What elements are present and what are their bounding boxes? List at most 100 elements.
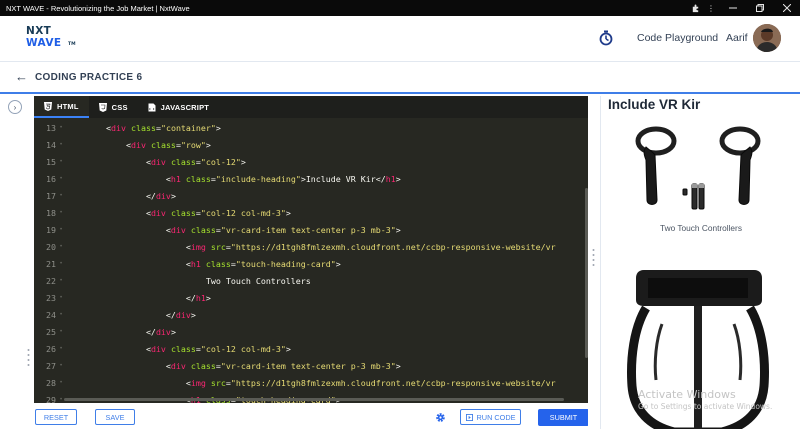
line-number: 17 bbox=[46, 190, 56, 201]
reset-button[interactable]: RESET bbox=[35, 409, 77, 425]
more-options-icon[interactable]: ⋮ bbox=[703, 0, 719, 16]
preview-heading: Include VR Kir bbox=[608, 97, 701, 112]
save-button[interactable]: SAVE bbox=[95, 409, 135, 425]
activate-windows-watermark: Activate Windows Go to Settings to activ… bbox=[638, 388, 772, 411]
nxtwave-logo[interactable]: NXT WAVE TM bbox=[26, 25, 76, 51]
line-number: 26 bbox=[46, 343, 56, 354]
code-text: <img src="https://d1tgh8fmlzexmh.cloudfr… bbox=[185, 241, 556, 252]
user-name: Aarif bbox=[726, 32, 748, 44]
code-text: <h1 class="touch-heading-card"> bbox=[185, 258, 341, 269]
fold-marker: • bbox=[59, 345, 63, 352]
back-arrow-icon[interactable]: ← bbox=[15, 69, 28, 84]
code-playground-link[interactable]: Code Playground bbox=[637, 32, 718, 44]
left-gutter: › bbox=[0, 96, 33, 429]
code-text: Two Touch Controllers bbox=[205, 275, 311, 286]
line-number: 28 bbox=[46, 377, 56, 388]
resize-grip-icon[interactable] bbox=[27, 348, 30, 370]
restore-button[interactable] bbox=[746, 0, 773, 16]
code-text: <img src="https://d1tgh8fmlzexmh.cloudfr… bbox=[185, 377, 556, 388]
fold-marker: • bbox=[59, 328, 63, 335]
output-preview: Include VR Kir Two Touch Controllers bbox=[600, 96, 800, 429]
line-number: 20 bbox=[46, 241, 56, 252]
code-line[interactable]: 29• <h1 class="touch-heading-card"> bbox=[34, 391, 588, 404]
window-title-bar: NXT WAVE - Revolutionizing the Job Marke… bbox=[0, 0, 800, 16]
code-line[interactable]: 23 • </h1> bbox=[34, 289, 588, 306]
editor-footer: RESET SAVE RUN CODE SUBMIT bbox=[33, 403, 589, 429]
fold-marker: • bbox=[59, 277, 63, 284]
fold-marker: • bbox=[59, 260, 63, 267]
code-line[interactable]: 19 • <div class="vr-card-item text-center… bbox=[34, 221, 588, 238]
tab-css[interactable]: CSS bbox=[89, 96, 138, 118]
code-line[interactable]: 17 • </div> bbox=[34, 187, 588, 204]
code-line[interactable]: 14 • <div class="row"> bbox=[34, 136, 588, 153]
line-number: 29 bbox=[46, 394, 56, 404]
line-number: 22 bbox=[46, 275, 56, 286]
code-line[interactable]: 24 • </div> bbox=[34, 306, 588, 323]
code-text: <div class="vr-card-item text-center p-3… bbox=[165, 360, 401, 371]
code-line[interactable]: 28 • <img src="https://d1tgh8fmlzexmh.clo… bbox=[34, 374, 588, 391]
code-text: <h1 class="include-heading">Include VR K… bbox=[165, 173, 401, 184]
fold-marker: • bbox=[59, 124, 63, 131]
fold-marker: • bbox=[59, 141, 63, 148]
run-code-button[interactable]: RUN CODE bbox=[460, 409, 521, 425]
horizontal-scrollbar[interactable] bbox=[64, 398, 564, 401]
page-title: CODING PRACTICE 6 bbox=[35, 72, 143, 83]
line-number: 16 bbox=[46, 173, 56, 184]
minimize-button[interactable] bbox=[719, 0, 746, 16]
touch-controllers-image bbox=[635, 126, 761, 210]
close-window-button[interactable] bbox=[773, 0, 800, 16]
play-icon bbox=[465, 413, 473, 421]
tab-html[interactable]: HTML bbox=[34, 96, 89, 118]
code-text: </h1> bbox=[185, 292, 211, 303]
code-text: <div class="col-12 col-md-3"> bbox=[145, 207, 291, 218]
line-number: 24 bbox=[46, 309, 56, 320]
code-text: </div> bbox=[165, 309, 196, 320]
code-line[interactable]: 15 • <div class="col-12"> bbox=[34, 153, 588, 170]
code-line[interactable]: 21 • <h1 class="touch-heading-card"> bbox=[34, 255, 588, 272]
code-line[interactable]: 22 • Two Touch Controllers bbox=[34, 272, 588, 289]
code-line[interactable]: 16 • <h1 class="include-heading">Include … bbox=[34, 170, 588, 187]
code-line[interactable]: 18 • <div class="col-12 col-md-3"> bbox=[34, 204, 588, 221]
tab-html-label: HTML bbox=[57, 101, 79, 111]
code-text: <div class="col-12 col-md-3"> bbox=[145, 343, 291, 354]
gear-icon[interactable] bbox=[435, 412, 446, 423]
expand-panel-button[interactable]: › bbox=[8, 100, 22, 114]
code-text: </div> bbox=[145, 326, 176, 337]
app-header: NXT WAVE TM Code Playground Aarif bbox=[0, 16, 800, 62]
fold-marker: • bbox=[59, 294, 63, 301]
fold-marker: • bbox=[59, 209, 63, 216]
submit-button[interactable]: SUBMIT bbox=[538, 409, 589, 426]
watermark-title: Activate Windows bbox=[638, 388, 736, 401]
code-line[interactable]: 20 • <img src="https://d1tgh8fmlzexmh.clo… bbox=[34, 238, 588, 255]
tab-javascript[interactable]: JAVASCRIPT bbox=[138, 96, 219, 118]
code-area[interactable]: 13 • <div class="container"> 14 • <div clas… bbox=[34, 118, 588, 404]
editor-tabs: HTML CSS JAVASCRIPT bbox=[34, 96, 588, 118]
timer-icon[interactable] bbox=[599, 30, 613, 46]
avatar[interactable] bbox=[753, 24, 781, 52]
code-text: <div class="col-12"> bbox=[145, 156, 246, 167]
resize-grip-icon[interactable] bbox=[592, 248, 595, 270]
css3-icon bbox=[98, 102, 107, 112]
watermark-subtitle: Go to Settings to activate Windows. bbox=[638, 402, 773, 411]
panel-splitter[interactable] bbox=[588, 96, 600, 429]
line-number: 27 bbox=[46, 360, 56, 371]
run-code-label: RUN CODE bbox=[476, 412, 516, 422]
code-line[interactable]: 27 • <div class="vr-card-item text-center… bbox=[34, 357, 588, 374]
line-number: 25 bbox=[46, 326, 56, 337]
code-line[interactable]: 26 • <div class="col-12 col-md-3"> bbox=[34, 340, 588, 357]
chevron-right-icon: › bbox=[13, 102, 17, 112]
fold-marker: • bbox=[59, 311, 63, 318]
code-line[interactable]: 13 • <div class="container"> bbox=[34, 119, 588, 136]
logo-trademark: TM bbox=[68, 42, 76, 47]
fold-marker: • bbox=[59, 379, 63, 386]
tab-javascript-label: JAVASCRIPT bbox=[160, 102, 210, 112]
line-number: 13 bbox=[46, 122, 56, 133]
line-number: 19 bbox=[46, 224, 56, 235]
line-number: 15 bbox=[46, 156, 56, 167]
code-text: </div> bbox=[145, 190, 176, 201]
line-number: 23 bbox=[46, 292, 56, 303]
fold-marker: • bbox=[59, 226, 63, 233]
logo-text-top: NXT bbox=[26, 25, 52, 37]
code-line[interactable]: 25 • </div> bbox=[34, 323, 588, 340]
extensions-icon[interactable] bbox=[687, 0, 703, 16]
